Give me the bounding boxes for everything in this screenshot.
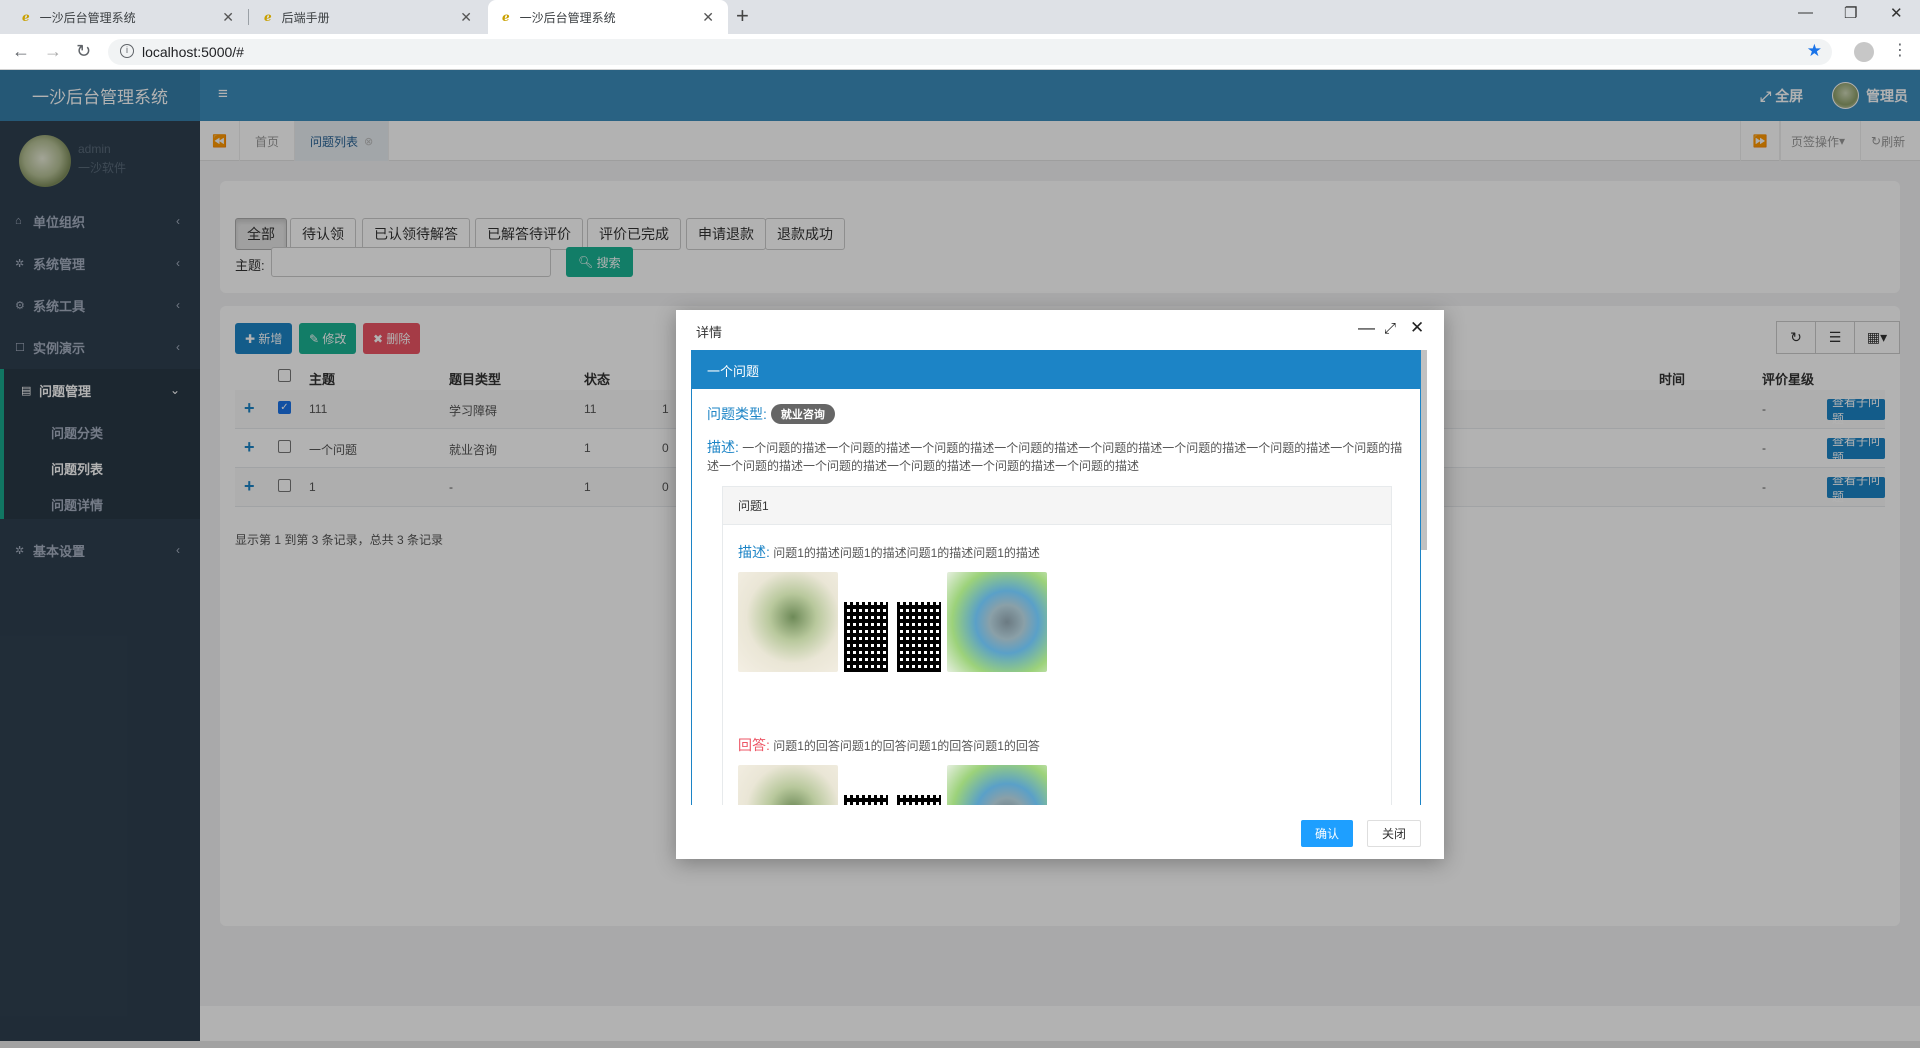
minimize-icon[interactable]: —	[1798, 4, 1813, 21]
reload-icon[interactable]: ↻	[76, 41, 91, 62]
bookmark-star-icon[interactable]: ★	[1807, 41, 1822, 61]
close-button[interactable]: 关闭	[1367, 820, 1422, 847]
subquestion-card: 问题1 描述: 问题1的描述问题1的描述问题1的描述问题1的描述 回答: 问题1…	[722, 486, 1392, 805]
address-bar: ← → ↻ i localhost:5000/# ★ ⋮	[0, 34, 1920, 70]
answer-text: 问题1的回答问题1的回答问题1的回答问题1的回答	[773, 739, 1040, 753]
new-tab-icon[interactable]: +	[736, 3, 749, 29]
confirm-button[interactable]: 确认	[1301, 820, 1354, 847]
browser-tab[interactable]: e 一沙后台管理系统 ✕	[8, 0, 248, 34]
back-icon[interactable]: ←	[12, 41, 30, 62]
restore-icon[interactable]: ❐	[1844, 4, 1857, 22]
minimize-icon[interactable]: —	[1358, 318, 1375, 338]
confirm-label: 确认	[1315, 827, 1340, 841]
subquestion-description: 描述: 问题1的描述问题1的描述问题1的描述问题1的描述	[738, 542, 1040, 562]
question-card: 一个问题 问题类型: 就业咨询 描述: 一个问题的描述一个问题的描述一个问题的描述…	[691, 350, 1421, 805]
site-favicon-icon: e	[264, 10, 272, 24]
modal-body[interactable]: 一个问题 问题类型: 就业咨询 描述: 一个问题的描述一个问题的描述一个问题的描述…	[691, 350, 1427, 805]
browser-tab-label: 一沙后台管理系统	[519, 10, 616, 25]
close-label: 关闭	[1382, 827, 1407, 841]
close-icon[interactable]: ✕	[460, 9, 472, 26]
tab-separator	[248, 9, 249, 25]
site-favicon-icon: e	[22, 10, 30, 24]
subquestion-header: 问题1	[723, 487, 1391, 525]
qr-code-image[interactable]	[841, 572, 891, 672]
info-icon[interactable]: i	[120, 44, 134, 58]
qr-code-image[interactable]	[841, 765, 891, 805]
type-badge: 就业咨询	[770, 404, 835, 424]
answer-label: 回答:	[738, 737, 770, 753]
modal-scrollbar[interactable]	[1421, 350, 1427, 550]
question-header: 一个问题	[692, 351, 1420, 389]
description-images	[738, 572, 1047, 672]
sub-desc-text: 问题1的描述问题1的描述问题1的描述问题1的描述	[773, 546, 1040, 560]
image-thumbnail[interactable]	[738, 765, 838, 805]
image-thumbnail[interactable]	[738, 572, 838, 672]
browser-tab-active[interactable]: e 一沙后台管理系统 ✕	[488, 0, 728, 34]
browser-tab-label: 一沙后台管理系统	[39, 10, 136, 25]
browser-tab[interactable]: e 后端手册 ✕	[250, 0, 486, 34]
profile-icon[interactable]	[1854, 42, 1874, 62]
url-field[interactable]: i localhost:5000/# ★	[108, 39, 1832, 65]
question-type: 问题类型: 就业咨询	[707, 404, 835, 424]
question-title: 一个问题	[707, 363, 760, 379]
browser-menu-icon[interactable]: ⋮	[1892, 40, 1908, 60]
close-icon[interactable]: ✕	[1410, 318, 1424, 338]
detail-modal: 详情 — ⤢ ✕ 一个问题 问题类型: 就业咨询 描述: 一个问题的描述一个问题的…	[676, 310, 1444, 859]
browser-tab-label: 后端手册	[281, 10, 330, 25]
desc-text: 一个问题的描述一个问题的描述一个问题的描述一个问题的描述一个问题的描述一个问题的…	[707, 441, 1403, 473]
qr-code-image[interactable]	[894, 572, 944, 672]
subquestion-answer: 回答: 问题1的回答问题1的回答问题1的回答问题1的回答	[738, 735, 1040, 755]
answer-images	[738, 765, 1047, 805]
close-icon[interactable]: ✕	[702, 9, 714, 26]
subquestion-title: 问题1	[738, 499, 769, 513]
qr-code-image[interactable]	[894, 765, 944, 805]
forward-icon[interactable]: →	[44, 41, 62, 62]
image-thumbnail[interactable]	[947, 572, 1047, 672]
question-description: 描述: 一个问题的描述一个问题的描述一个问题的描述一个问题的描述一个问题的描述一…	[707, 438, 1412, 475]
modal-title: 详情	[696, 325, 723, 340]
close-window-icon[interactable]: ✕	[1890, 4, 1903, 22]
maximize-icon[interactable]: ⤢	[1384, 320, 1396, 337]
site-favicon-icon: e	[502, 10, 510, 24]
close-icon[interactable]: ✕	[222, 9, 234, 26]
desc-label: 描述:	[707, 439, 739, 455]
browser-tabstrip: e 一沙后台管理系统 ✕ e 后端手册 ✕ e 一沙后台管理系统 ✕ + — ❐…	[0, 0, 1920, 34]
sub-desc-label: 描述:	[738, 544, 770, 560]
type-label: 问题类型:	[707, 406, 767, 422]
url-text: localhost:5000/#	[142, 44, 244, 60]
image-thumbnail[interactable]	[947, 765, 1047, 805]
